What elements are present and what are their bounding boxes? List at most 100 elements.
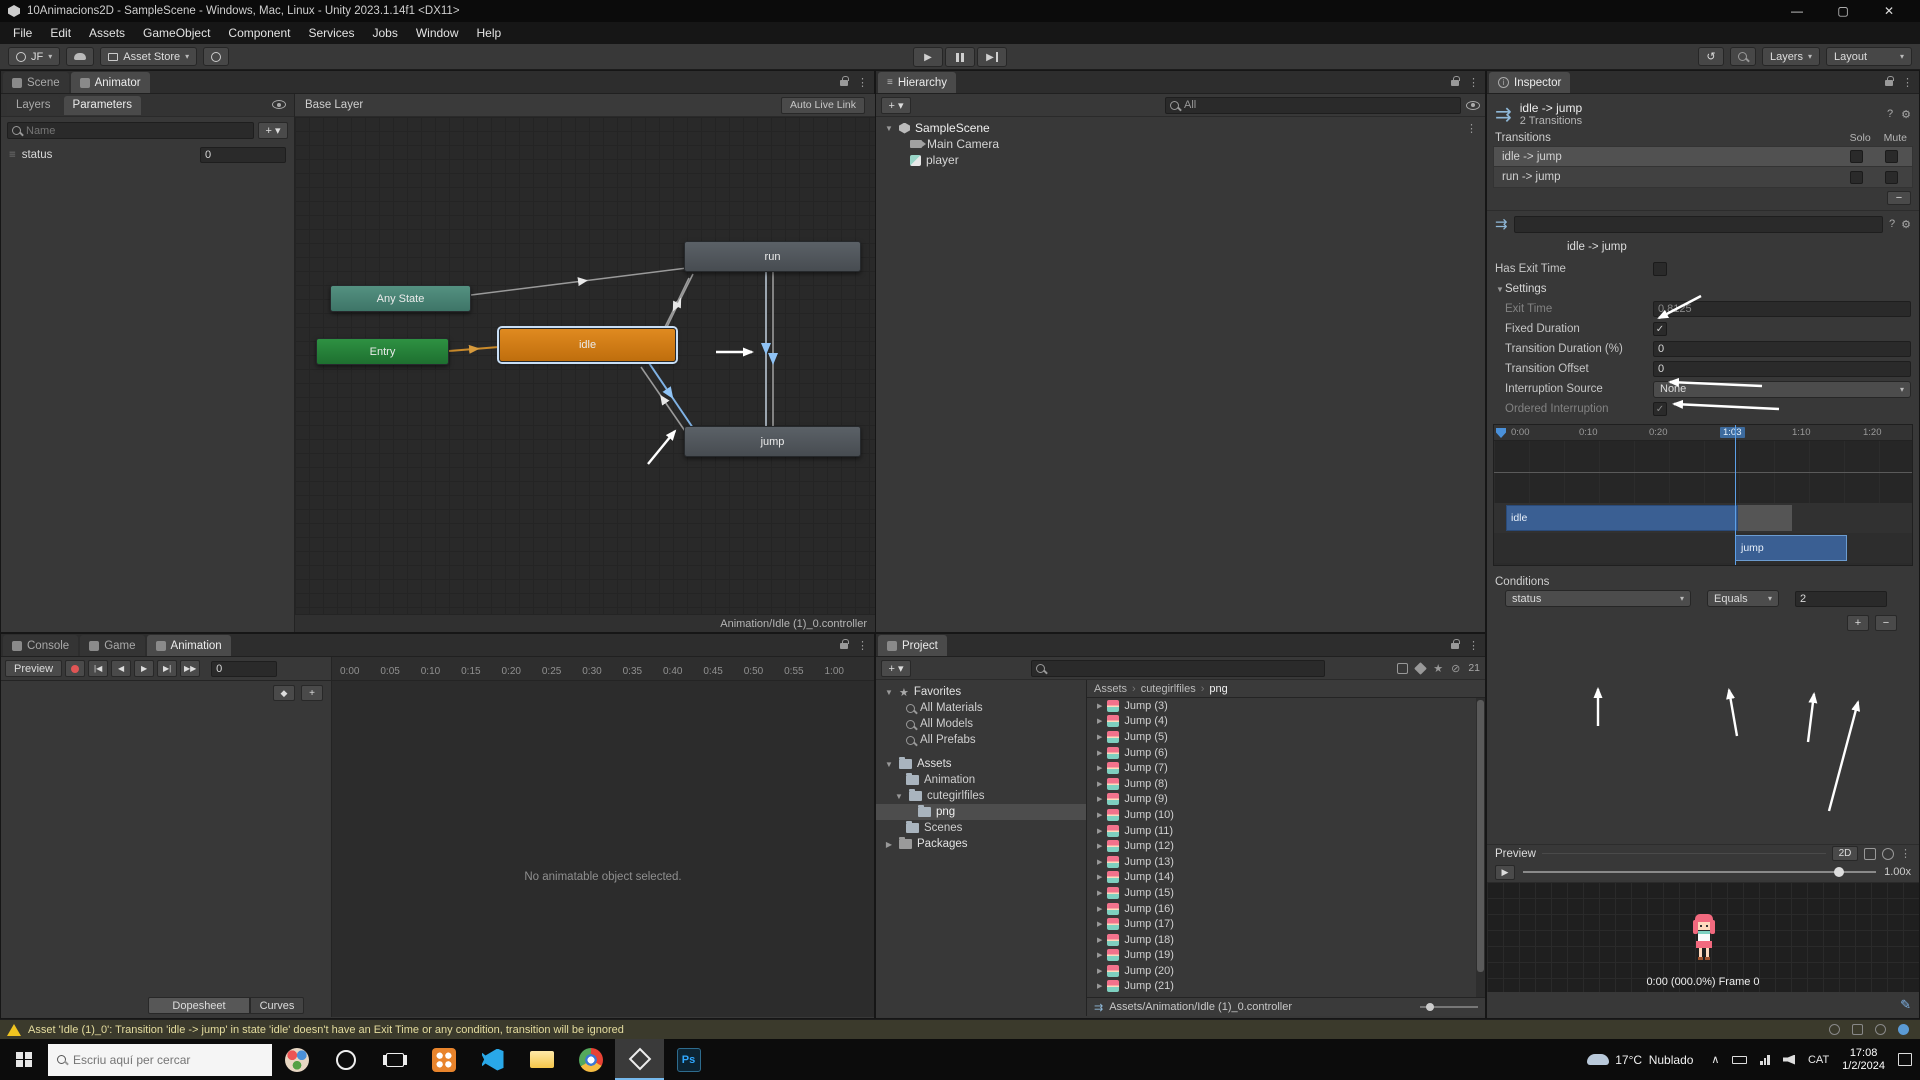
timeline-playhead[interactable] [1735, 425, 1736, 565]
favorite-icon[interactable]: ★ [1433, 662, 1443, 675]
maximize-button[interactable]: ▢ [1820, 0, 1866, 22]
ordered-interruption-checkbox[interactable]: ✓ [1653, 402, 1667, 416]
scrollbar-thumb[interactable] [1477, 700, 1484, 972]
tab-scene[interactable]: Scene [3, 72, 69, 93]
search-button[interactable] [1730, 47, 1756, 66]
tab-animator[interactable]: Animator [71, 72, 150, 93]
packages-root[interactable]: ▶Packages [876, 836, 1086, 852]
animation-ruler[interactable]: 0:000:050:100:150:200:250:300:350:400:45… [332, 657, 874, 680]
scene-row[interactable]: ▼ SampleScene ⋮ [876, 120, 1485, 136]
tab-console[interactable]: Console [3, 635, 78, 656]
folder-animation[interactable]: Animation [876, 772, 1086, 788]
taskbar-weather[interactable]: 17°C Nublado [1577, 1053, 1703, 1067]
go-to-end-button[interactable]: ▶▶ [180, 660, 200, 677]
transition-duration-field[interactable] [1653, 341, 1911, 357]
play-animation-button[interactable]: ▶ [134, 660, 154, 677]
parameter-search-field[interactable] [7, 122, 254, 139]
tab-animation[interactable]: Animation [147, 635, 231, 656]
favorites-root[interactable]: ▼★Favorites [876, 684, 1086, 700]
minimize-button[interactable]: — [1774, 0, 1820, 22]
preview-viewport[interactable]: 0:00 (000.0%) Frame 0 [1487, 882, 1919, 992]
lock-icon[interactable] [1451, 80, 1459, 86]
play-button[interactable]: ▶ [913, 47, 943, 67]
axis-tool-icon[interactable] [1864, 848, 1876, 860]
asset-store-button[interactable]: Asset Store▾ [100, 47, 197, 66]
menu-item[interactable]: Assets [80, 24, 134, 42]
preview-play-button[interactable]: ▶ [1495, 865, 1515, 880]
project-file-row[interactable]: ▶Jump (20) [1087, 963, 1485, 979]
preview-drag-handle[interactable] [1542, 853, 1826, 854]
account-button[interactable]: JF▾ [8, 47, 60, 66]
panel-menu-icon[interactable]: ⋮ [1902, 76, 1913, 89]
project-file-row[interactable]: ▶Jump (18) [1087, 932, 1485, 948]
notification-center-icon[interactable] [1898, 1053, 1912, 1066]
project-file-row[interactable]: ▶Jump (8) [1087, 776, 1485, 792]
timeline-bar-jump[interactable]: jump [1735, 535, 1847, 561]
language-indicator[interactable]: CAT [1808, 1054, 1829, 1066]
taskbar-unity[interactable] [615, 1039, 664, 1080]
preview-menu-icon[interactable]: ⋮ [1900, 847, 1911, 860]
parameter-value-field[interactable] [200, 147, 286, 163]
fixed-duration-checkbox[interactable]: ✓ [1653, 322, 1667, 336]
scrollbar[interactable] [1476, 698, 1485, 997]
interruption-source-dropdown[interactable]: None▾ [1653, 381, 1911, 398]
taskbar-cortana[interactable] [321, 1039, 370, 1080]
project-file-row[interactable]: ▶Jump (12) [1087, 838, 1485, 854]
add-keyframe-button[interactable]: ◆ [273, 685, 295, 701]
breadcrumb-assets[interactable]: Assets [1094, 683, 1127, 695]
previous-frame-button[interactable]: ◀ [111, 660, 131, 677]
target-button[interactable] [203, 47, 229, 66]
label-icon[interactable] [1414, 662, 1427, 675]
favorites-item[interactable]: All Materials [876, 700, 1086, 716]
taskbar-paint-app[interactable] [272, 1039, 321, 1080]
layers-dropdown[interactable]: Layers▾ [1762, 47, 1820, 66]
menu-item[interactable]: Jobs [363, 24, 406, 42]
auto-live-link-button[interactable]: Auto Live Link [781, 97, 865, 114]
slider-handle[interactable] [1426, 1003, 1434, 1011]
preview-speed-slider[interactable] [1523, 871, 1876, 873]
solo-checkbox[interactable] [1850, 171, 1863, 184]
eye-icon[interactable] [272, 100, 286, 109]
menu-item[interactable]: Component [219, 24, 299, 42]
help-icon[interactable]: ? [1889, 218, 1895, 230]
step-button[interactable]: ▶ [977, 47, 1007, 67]
taskbar-photoshop[interactable]: Ps [664, 1039, 713, 1080]
tab-inspector[interactable]: iInspector [1489, 72, 1570, 93]
remove-condition-button[interactable]: − [1875, 615, 1897, 631]
project-file-row[interactable]: ▶Jump (21) [1087, 979, 1485, 995]
state-idle[interactable]: idle [499, 328, 676, 362]
lock-icon[interactable] [1451, 643, 1459, 649]
avatar-icon[interactable] [1882, 848, 1894, 860]
transition-timeline[interactable]: 0:00 0:10 0:20 1:03 1:10 1:20 idle jump [1493, 424, 1913, 566]
slider-handle[interactable] [1834, 867, 1844, 877]
foldout-icon[interactable]: ▼ [1495, 285, 1505, 294]
start-button[interactable] [0, 1039, 48, 1080]
hidden-items-icon[interactable]: ⊘ [1451, 662, 1460, 675]
add-parameter-button[interactable]: + ▾ [258, 122, 288, 139]
transition-offset-field[interactable] [1653, 361, 1911, 377]
mute-checkbox[interactable] [1885, 171, 1898, 184]
condition-operator-dropdown[interactable]: Equals▾ [1707, 590, 1779, 607]
package-visibility-icon[interactable] [1397, 663, 1408, 674]
add-condition-button[interactable]: + [1847, 615, 1869, 631]
parameter-name[interactable]: status [22, 149, 53, 161]
subtab-layers[interactable]: Layers [7, 96, 60, 115]
transition-row[interactable]: run -> jump [1493, 167, 1913, 188]
lock-icon[interactable] [840, 80, 848, 86]
project-file-row[interactable]: ▶Jump (14) [1087, 870, 1485, 886]
project-file-row[interactable]: ▶Jump (15) [1087, 885, 1485, 901]
state-jump[interactable]: jump [684, 426, 861, 457]
project-file-row[interactable]: ▶Jump (16) [1087, 901, 1485, 917]
exit-time-field[interactable] [1653, 301, 1911, 317]
remove-transition-button[interactable]: − [1887, 191, 1911, 205]
folder-png[interactable]: png [876, 804, 1086, 820]
favorites-item[interactable]: All Prefabs [876, 732, 1086, 748]
preview-2d-button[interactable]: 2D [1832, 846, 1858, 861]
record-button[interactable] [65, 660, 85, 677]
project-file-row[interactable]: ▶Jump (9) [1087, 792, 1485, 808]
panel-menu-icon[interactable]: ⋮ [857, 639, 868, 652]
subtab-parameters[interactable]: Parameters [64, 96, 141, 115]
preview-label[interactable]: Preview [1495, 848, 1536, 860]
taskbar-chrome[interactable] [566, 1039, 615, 1080]
favorites-item[interactable]: All Models [876, 716, 1086, 732]
